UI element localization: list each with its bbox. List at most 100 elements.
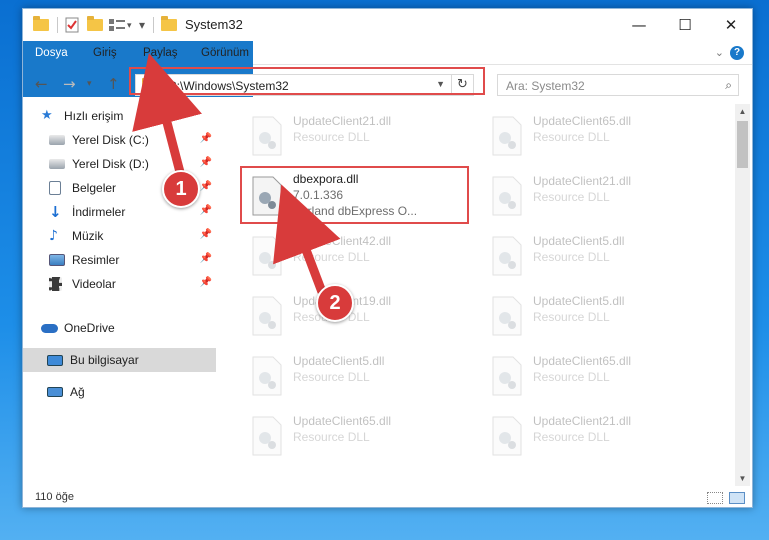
sidebar-item-onedrive[interactable]: OneDrive [41, 316, 234, 340]
file-name: UpdateClient65.dll [533, 114, 632, 128]
pin-icon[interactable]: 📌 [200, 205, 212, 216]
file-name: UpdateClient21.dll [293, 114, 392, 128]
file-item[interactable]: UpdateClient65.dll Resource DLL [481, 348, 711, 404]
maximize-button[interactable]: ☐ [662, 9, 708, 41]
file-type: Resource DLL [533, 370, 610, 384]
close-button[interactable]: ✕ [708, 9, 754, 41]
sidebar-item-label: Videolar [72, 277, 116, 291]
dll-file-icon [492, 116, 522, 156]
status-bar: 110 öğe [23, 487, 752, 509]
new-folder-icon[interactable] [87, 16, 103, 33]
sidebar-item-network[interactable]: Ağ [47, 380, 240, 404]
file-item[interactable]: UpdateClient5.dll Resource DLL [481, 288, 711, 344]
sidebar-item-quick-access[interactable]: ★ Hızlı erişim [41, 104, 234, 128]
pin-icon[interactable]: 📌 [200, 253, 212, 264]
search-placeholder: Ara: System32 [506, 79, 585, 93]
tab-share[interactable]: Paylaş [143, 41, 178, 65]
file-item[interactable]: UpdateClient5.dll Resource DLL [481, 228, 711, 284]
search-icon[interactable]: ⌕ [725, 78, 732, 93]
title-bar: ▾ ▾ System32 — ☐ ✕ [23, 9, 752, 41]
minimize-button[interactable]: — [616, 9, 662, 41]
videos-icon [49, 277, 62, 291]
file-type: Resource DLL [293, 130, 370, 144]
window-title: System32 [185, 17, 243, 32]
details-view-icon[interactable] [707, 492, 723, 504]
file-item[interactable]: UpdateClient21.dll Resource DLL [481, 408, 711, 464]
cloud-icon [41, 323, 58, 333]
sidebar-item-label: Bu bilgisayar [70, 353, 139, 367]
sidebar-item-label: Belgeler [72, 181, 117, 195]
file-name: UpdateClient5.dll [533, 234, 625, 248]
sidebar-item-pictures[interactable]: Resimler 📌 [49, 248, 216, 272]
file-item[interactable]: UpdateClient21.dll Resource DLL [481, 168, 711, 224]
sidebar-item-this-pc[interactable]: Bu bilgisayar [23, 348, 216, 372]
pin-icon[interactable]: 📌 [200, 277, 212, 288]
pin-icon[interactable]: 📌 [200, 133, 212, 144]
dll-file-icon [492, 236, 522, 276]
dll-file-icon [252, 116, 282, 156]
sidebar-item-label: Hızlı erişim [64, 109, 124, 123]
star-icon: ★ [41, 108, 53, 123]
window-folder-icon [161, 16, 177, 33]
recent-locations-icon[interactable]: ▾ [87, 79, 92, 89]
downloads-icon: ↓ [49, 203, 62, 221]
address-bar-highlight [129, 67, 485, 95]
divider [57, 17, 58, 33]
file-name: UpdateClient5.dll [293, 354, 385, 368]
pictures-icon [49, 254, 65, 266]
sidebar-item-disk-c[interactable]: Yerel Disk (C:) 📌 [49, 128, 216, 152]
forward-icon[interactable]: → [63, 75, 76, 93]
file-name: UpdateClient21.dll [533, 414, 632, 428]
scroll-thumb[interactable] [737, 121, 748, 168]
sidebar-item-music[interactable]: ♪ Müzik 📌 [49, 224, 216, 248]
help-icon[interactable]: ? [730, 46, 744, 60]
drive-icon [49, 135, 65, 145]
pin-icon[interactable]: 📌 [200, 229, 212, 240]
pin-icon[interactable]: 📌 [200, 181, 212, 192]
file-item[interactable]: UpdateClient19.dll Resource DLL [241, 288, 471, 344]
sidebar-item-videos[interactable]: Videolar 📌 [49, 272, 216, 296]
drive-icon [49, 159, 65, 169]
file-highlight [240, 166, 469, 224]
dll-file-icon [492, 176, 522, 216]
ribbon-tabs: Dosya Giriş Paylaş Görünüm ⌄ ? [23, 41, 752, 97]
file-name: UpdateClient42.dll [293, 234, 392, 248]
chevron-down-icon[interactable]: ▾ [127, 17, 132, 33]
file-item[interactable]: UpdateClient5.dll Resource DLL [241, 348, 471, 404]
view-options-icon[interactable] [109, 17, 125, 33]
file-name: UpdateClient21.dll [533, 174, 632, 188]
sidebar-item-label: Yerel Disk (C:) [72, 133, 149, 147]
expand-ribbon-icon[interactable]: ⌄ [715, 46, 724, 59]
sidebar-item-label: İndirmeler [72, 205, 126, 219]
file-item[interactable]: UpdateClient42.dll Resource DLL [241, 228, 471, 284]
sidebar-item-label: Yerel Disk (D:) [72, 157, 149, 171]
back-icon[interactable]: ← [35, 75, 48, 93]
file-item[interactable]: UpdateClient65.dll Resource DLL [481, 108, 711, 164]
folder-icon [33, 16, 49, 33]
search-input[interactable]: Ara: System32 ⌕ [497, 74, 739, 96]
item-count: 110 öğe [35, 491, 74, 503]
sidebar-item-label: Ağ [70, 385, 85, 399]
large-icons-view-icon[interactable] [729, 492, 745, 504]
up-icon[interactable]: ↑ [107, 75, 120, 93]
vertical-scrollbar[interactable]: ▲ ▼ [735, 104, 750, 486]
file-type: Resource DLL [533, 250, 610, 264]
file-list: UpdateClient21.dll Resource DLL dbexpora… [227, 104, 737, 484]
sidebar-item-label: Müzik [72, 229, 104, 243]
dll-file-icon [492, 356, 522, 396]
tab-view[interactable]: Görünüm [201, 41, 249, 65]
file-item[interactable]: UpdateClient21.dll Resource DLL [241, 108, 471, 164]
file-name: UpdateClient65.dll [293, 414, 392, 428]
network-icon [47, 387, 63, 397]
file-item[interactable]: UpdateClient65.dll Resource DLL [241, 408, 471, 464]
dll-file-icon [492, 296, 522, 336]
properties-icon[interactable] [65, 17, 79, 33]
scroll-down-icon[interactable]: ▼ [735, 471, 750, 486]
file-type: Resource DLL [533, 430, 610, 444]
dll-file-icon [252, 296, 282, 336]
tab-home[interactable]: Giriş [93, 41, 117, 65]
customize-qa-icon[interactable]: ▾ [139, 17, 145, 33]
scroll-up-icon[interactable]: ▲ [735, 104, 750, 119]
pin-icon[interactable]: 📌 [200, 157, 212, 168]
file-type: Resource DLL [533, 130, 610, 144]
